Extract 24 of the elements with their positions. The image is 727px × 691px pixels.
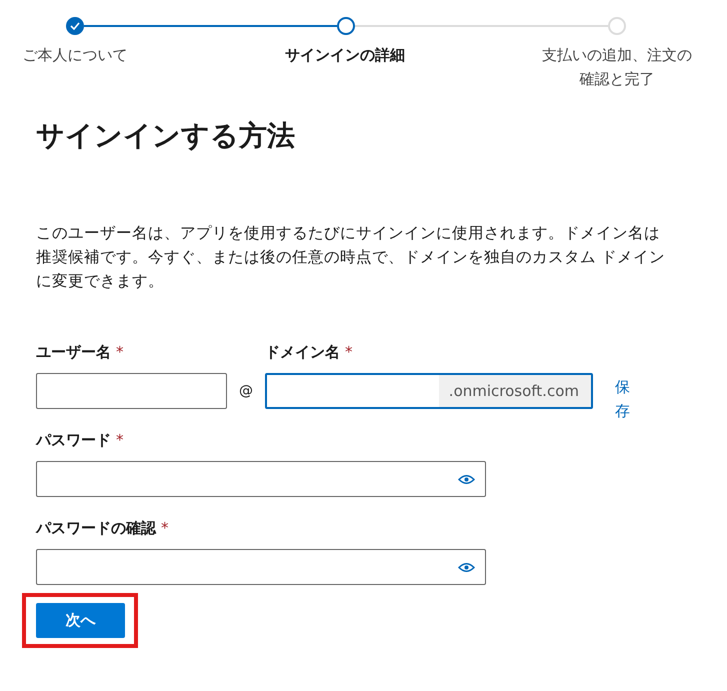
description-text: このユーザー名は、アプリを使用するたびにサインインに使用されます。ドメイン名は推奨候補です。今すぐ、または後の任意の時点で、ドメインを独自のカスタム ドメインに変更できます。 bbox=[36, 223, 666, 292]
field-label: ドメイン名 bbox=[265, 343, 340, 363]
input-field[interactable] bbox=[36, 373, 227, 409]
step-label: サインインの詳細 bbox=[284, 45, 406, 66]
field-label: パスワードの確認 bbox=[36, 519, 156, 539]
page-heading: サインインする方法 bbox=[36, 118, 296, 154]
input-field[interactable] bbox=[36, 461, 486, 497]
eye-icon[interactable] bbox=[458, 562, 475, 572]
input-field[interactable] bbox=[36, 549, 486, 585]
field-label: ユーザー名 bbox=[36, 343, 111, 363]
required-mark: * bbox=[116, 343, 124, 363]
next-button[interactable]: 次へ bbox=[36, 603, 125, 638]
domain-suffix: .onmicrosoft.com bbox=[438, 375, 591, 407]
required-mark: * bbox=[116, 431, 124, 451]
save-link[interactable]: 保存 bbox=[615, 375, 631, 423]
step-label: ご本人について bbox=[22, 45, 128, 66]
step-label: 支払いの追加、注文の確認と完了 bbox=[541, 45, 693, 90]
required-mark: * bbox=[161, 519, 168, 539]
required-mark: * bbox=[345, 343, 352, 363]
field-label: パスワード bbox=[36, 431, 111, 451]
at-sign: @ bbox=[238, 382, 254, 401]
check-icon bbox=[70, 22, 80, 30]
input-field[interactable]: .onmicrosoft.com bbox=[265, 373, 593, 409]
eye-icon[interactable] bbox=[458, 474, 475, 484]
